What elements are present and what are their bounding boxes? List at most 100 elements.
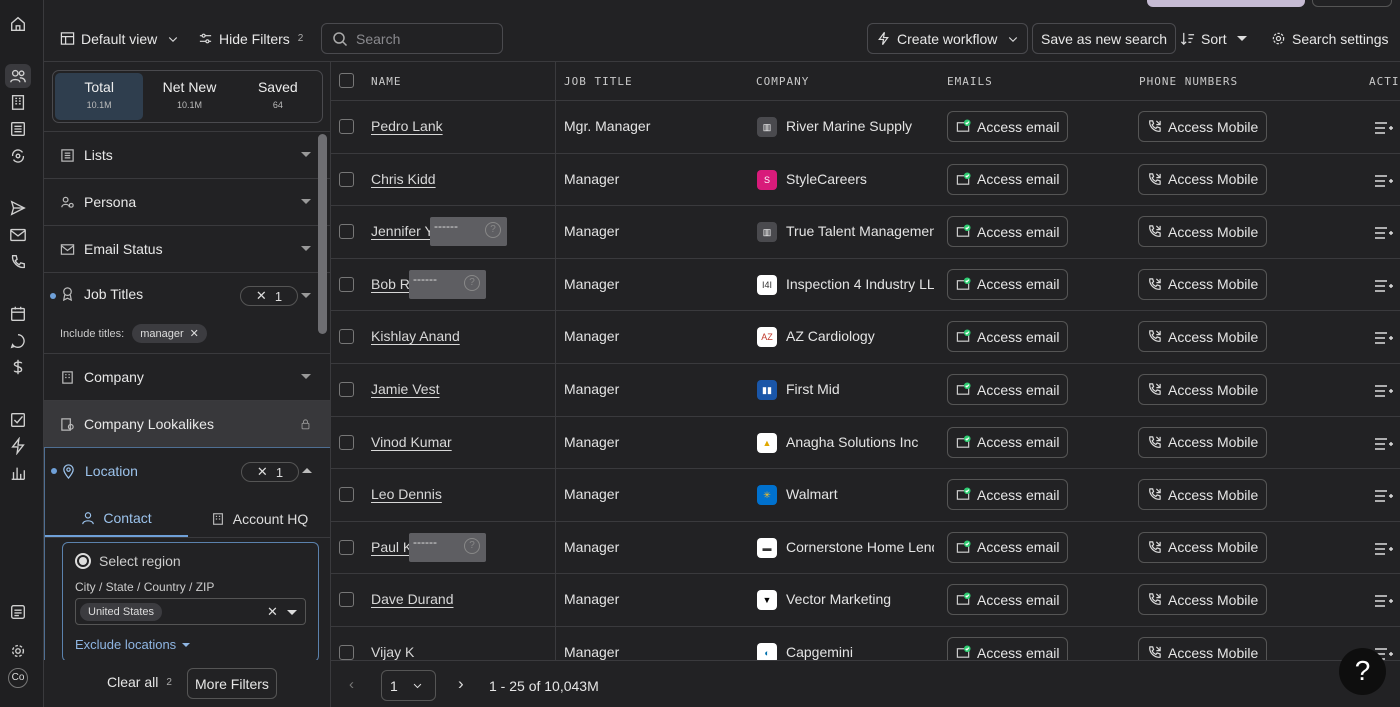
top-right-button[interactable] — [1312, 0, 1392, 7]
table-row[interactable]: Vijay K Manager ◐ Capgemini Access email… — [331, 627, 1400, 660]
access-mobile-button[interactable]: Access Mobile — [1138, 163, 1268, 195]
table-row[interactable]: Kishlay Anand Manager AZ AZ Cardiology A… — [331, 311, 1400, 364]
search-input[interactable] — [356, 30, 486, 47]
filter-company-lookalikes[interactable]: Company Lookalikes — [44, 400, 330, 447]
contact-name-link[interactable]: Chris Kidd — [371, 171, 436, 187]
filter-lists[interactable]: Lists — [44, 131, 330, 178]
filter-company[interactable]: Company — [44, 353, 330, 400]
contact-name-link[interactable]: Pedro Lank — [371, 118, 443, 134]
region-input[interactable]: United States ✕ — [75, 598, 306, 625]
contact-name-link[interactable]: Vinod Kumar — [371, 434, 452, 450]
access-mobile-button[interactable]: Access Mobile — [1138, 321, 1268, 353]
column-header-emails[interactable]: EMAILS — [947, 75, 993, 88]
filter-email-status[interactable]: Email Status — [44, 225, 330, 272]
access-mobile-button[interactable]: Access Mobile — [1138, 111, 1268, 142]
contact-name-link[interactable]: Vijay K — [371, 644, 414, 660]
company-name[interactable]: Inspection 4 Industry LLC — [786, 276, 934, 292]
upgrade-button[interactable] — [1147, 0, 1305, 7]
access-email-button[interactable]: Access email — [947, 374, 1069, 405]
row-checkbox[interactable] — [339, 645, 354, 660]
location-header[interactable]: Location — [61, 463, 138, 479]
add-to-list-icon[interactable] — [1374, 489, 1394, 503]
company-name[interactable]: StyleCareers — [786, 171, 934, 187]
column-header-job-title[interactable]: JOB TITLE — [564, 75, 633, 88]
clear-all-button[interactable]: Clear all 2 — [107, 674, 172, 690]
tab-contact[interactable]: Contact — [45, 500, 188, 537]
column-header-company[interactable]: COMPANY — [756, 75, 809, 88]
previous-page-icon[interactable]: ‹ — [349, 676, 354, 693]
exclude-locations-link[interactable]: Exclude locations — [75, 637, 191, 652]
access-email-button[interactable]: Access email — [947, 531, 1069, 563]
save-as-new-search-button[interactable]: Save as new search — [1032, 23, 1177, 54]
job-titles-count-chip[interactable]: ✕ 1 — [240, 286, 298, 306]
table-row[interactable]: Jennifer Y ------? Manager ▥ True Talent… — [331, 206, 1400, 259]
list-icon[interactable] — [8, 119, 28, 139]
access-email-button[interactable]: Access email — [947, 479, 1069, 511]
contact-name-link[interactable]: Paul K — [371, 539, 412, 555]
add-to-list-icon[interactable] — [1374, 331, 1394, 345]
add-to-list-icon[interactable] — [1374, 437, 1394, 451]
search-settings-button[interactable]: Search settings — [1271, 23, 1389, 54]
add-to-list-icon[interactable] — [1374, 174, 1394, 188]
task-check-icon[interactable] — [8, 410, 28, 430]
tab-total[interactable]: Total 10.1M — [55, 73, 144, 120]
chat-icon[interactable] — [8, 331, 28, 351]
company-name[interactable]: River Marine Supply — [786, 118, 934, 134]
select-region-radio[interactable]: Select region — [75, 553, 181, 569]
row-checkbox[interactable] — [339, 119, 354, 134]
dollar-icon[interactable] — [8, 357, 28, 377]
access-mobile-button[interactable]: Access Mobile — [1138, 374, 1268, 405]
add-to-list-icon[interactable] — [1374, 384, 1394, 398]
search-field[interactable] — [321, 23, 503, 54]
company-name[interactable]: True Talent Management — [786, 223, 934, 239]
access-email-button[interactable]: Access email — [947, 163, 1069, 195]
tab-net-new[interactable]: Net New 10.1M — [145, 71, 233, 122]
company-name[interactable]: AZ Cardiology — [786, 328, 934, 344]
column-header-name[interactable]: NAME — [371, 75, 402, 88]
company-name[interactable]: Anagha Solutions Inc — [786, 434, 934, 450]
lightning-icon[interactable] — [8, 436, 28, 456]
access-email-button[interactable]: Access email — [947, 584, 1069, 616]
row-checkbox[interactable] — [339, 224, 354, 240]
planner-icon[interactable] — [8, 602, 28, 622]
access-email-button[interactable]: Access email — [947, 321, 1069, 353]
company-name[interactable]: Walmart — [786, 486, 934, 502]
contact-name-link[interactable]: Bob R — [371, 276, 410, 292]
location-count-chip[interactable]: ✕ 1 — [241, 462, 299, 482]
access-mobile-button[interactable]: Access Mobile — [1138, 216, 1268, 248]
page-select[interactable]: 1 — [381, 670, 436, 701]
company-name[interactable]: Vector Marketing — [786, 591, 934, 607]
access-mobile-button[interactable]: Access Mobile — [1138, 584, 1268, 616]
create-workflow-button[interactable]: Create workflow — [867, 23, 1029, 54]
phone-icon[interactable] — [8, 252, 28, 272]
clear-x-icon[interactable]: ✕ — [256, 288, 267, 304]
clear-x-icon[interactable]: ✕ — [257, 464, 268, 480]
add-to-list-icon[interactable] — [1374, 279, 1394, 293]
table-row[interactable]: Paul K ------? Manager ▬ Cornerstone Hom… — [331, 522, 1400, 575]
region-tag[interactable]: United States — [80, 603, 163, 621]
send-icon[interactable] — [8, 198, 28, 218]
row-checkbox[interactable] — [339, 592, 354, 608]
access-email-button[interactable]: Access email — [947, 268, 1069, 300]
remove-tag-icon[interactable]: ✕ — [190, 327, 199, 340]
sort-dropdown[interactable]: Sort — [1180, 23, 1247, 54]
select-all-checkbox[interactable] — [339, 73, 354, 88]
user-avatar[interactable]: Co — [8, 668, 28, 688]
column-header-actions[interactable]: ACTIO — [1369, 75, 1400, 88]
contact-name-link[interactable]: Jennifer Y — [371, 223, 434, 239]
tab-account-hq[interactable]: Account HQ — [188, 500, 330, 537]
more-filters-button[interactable]: More Filters — [187, 668, 277, 699]
row-checkbox[interactable] — [339, 382, 354, 397]
panel-scrollbar[interactable] — [318, 134, 327, 334]
access-mobile-button[interactable]: Access Mobile — [1138, 426, 1268, 458]
access-mobile-button[interactable]: Access Mobile — [1138, 479, 1268, 511]
next-page-icon[interactable]: › — [458, 674, 464, 694]
row-checkbox[interactable] — [339, 329, 354, 345]
home-icon[interactable] — [8, 14, 28, 34]
sync-icon[interactable] — [8, 146, 28, 166]
table-row[interactable]: Bob R ------? Manager I4I Inspection 4 I… — [331, 259, 1400, 312]
row-checkbox[interactable] — [339, 487, 354, 503]
table-row[interactable]: Vinod Kumar Manager ▲ Anagha Solutions I… — [331, 417, 1400, 470]
job-title-tag[interactable]: manager ✕ — [132, 324, 207, 343]
add-to-list-icon[interactable] — [1374, 226, 1394, 240]
